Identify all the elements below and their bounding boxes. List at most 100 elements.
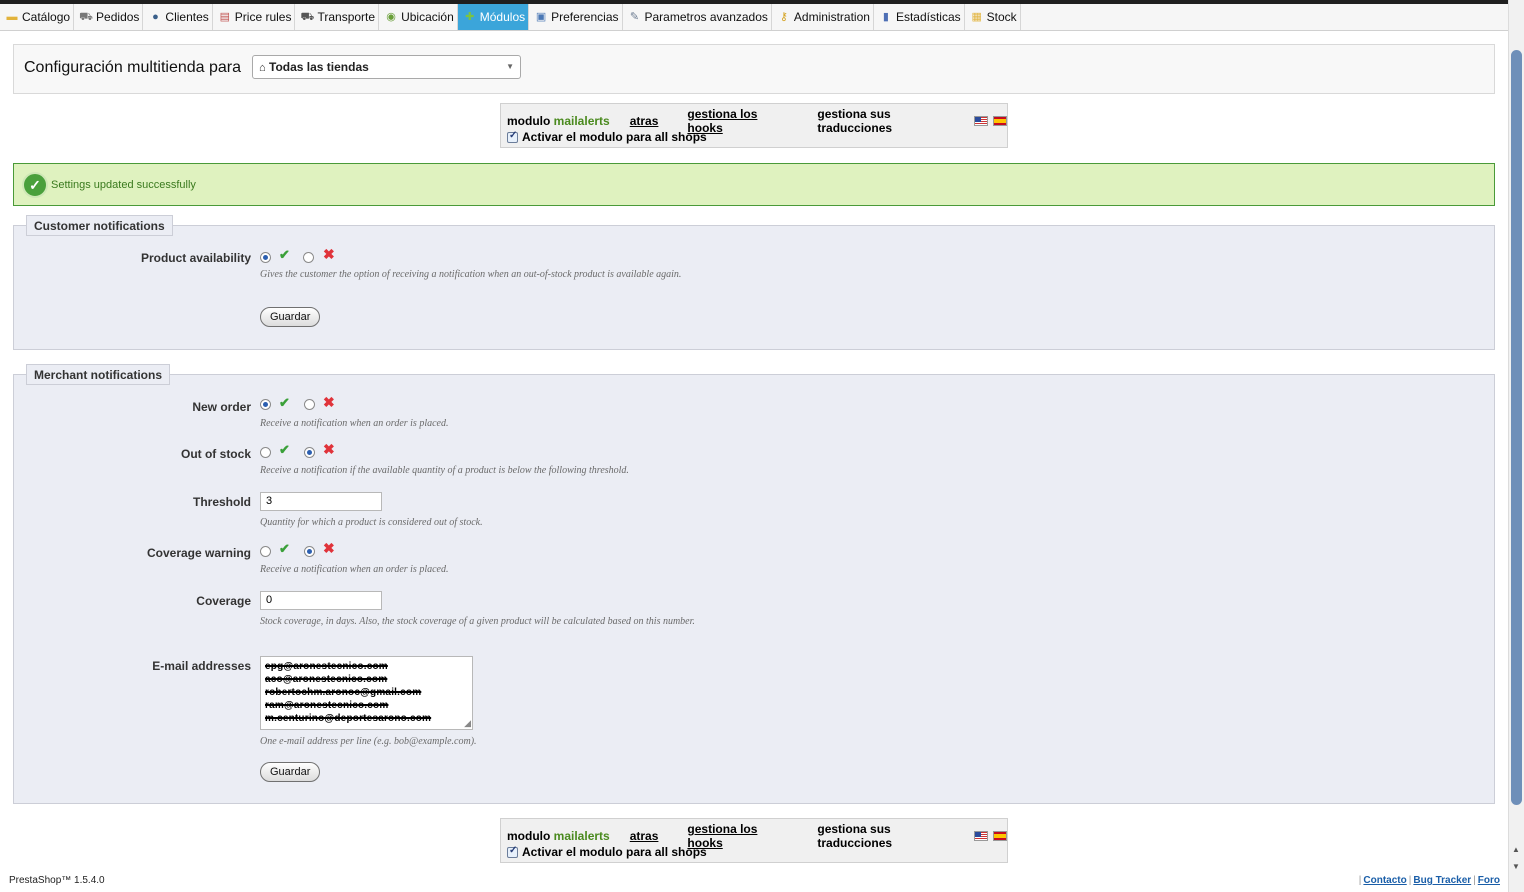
new-order-hint: Receive a notification when an order is … bbox=[260, 418, 449, 429]
footer-links: | Contacto | Bug Tracker | Foro bbox=[1358, 875, 1500, 886]
email-line: m.centurino@deportesarono.com bbox=[265, 713, 432, 724]
new-order-yes-radio[interactable] bbox=[260, 399, 271, 410]
yes-check-icon: ✔ bbox=[279, 442, 290, 457]
threshold-label: Threshold bbox=[192, 495, 251, 509]
puzzle-icon: ✚ bbox=[465, 10, 475, 23]
tab-administration[interactable]: ⚷ Administration bbox=[772, 4, 874, 30]
truck-icon: ⛟ bbox=[300, 10, 315, 23]
out-of-stock-yes-radio[interactable] bbox=[260, 447, 271, 458]
customer-notifications-fieldset: Customer notifications Product availabil… bbox=[13, 215, 1495, 350]
new-order-no-radio[interactable] bbox=[304, 399, 315, 410]
activate-all-shops-label: Activar el modulo para all shops bbox=[522, 130, 707, 144]
back-link[interactable]: atras bbox=[630, 829, 659, 843]
module-name: mailalerts bbox=[553, 829, 610, 843]
footer-link-forum[interactable]: Foro bbox=[1478, 875, 1500, 886]
customer-icon: ● bbox=[152, 10, 159, 23]
new-order-label: New order bbox=[192, 400, 251, 414]
key-icon: ⚷ bbox=[779, 10, 788, 23]
coverage-label: Coverage bbox=[196, 594, 251, 608]
tab-estadisticas[interactable]: ▮ Estadísticas bbox=[874, 4, 965, 30]
stats-icon: ▮ bbox=[882, 10, 889, 23]
coverage-input[interactable]: 0 bbox=[260, 591, 382, 610]
multistore-header: Configuración multitienda para ⌂ Todas l… bbox=[13, 44, 1495, 94]
coverage-warning-no-radio[interactable] bbox=[304, 546, 315, 557]
yes-check-icon: ✔ bbox=[279, 395, 290, 410]
yes-check-icon: ✔ bbox=[279, 247, 290, 262]
shop-select-value: Todas las tiendas bbox=[269, 60, 369, 74]
product-availability-yes-radio[interactable] bbox=[260, 252, 271, 263]
merchant-notifications-fieldset: Merchant notifications New order ✔ ✖ Rec… bbox=[13, 364, 1495, 804]
globe-icon: ◉ bbox=[386, 10, 396, 23]
stock-icon: ▦ bbox=[971, 10, 982, 23]
threshold-input[interactable]: 3 bbox=[260, 492, 382, 511]
coverage-warning-hint: Receive a notification when an order is … bbox=[260, 564, 449, 575]
no-cross-icon: ✖ bbox=[323, 540, 335, 556]
merchant-notifications-legend: Merchant notifications bbox=[26, 364, 171, 385]
module-name: mailalerts bbox=[553, 114, 610, 128]
translations-label: gestiona sus traducciones bbox=[817, 107, 893, 135]
customer-notifications-legend: Customer notifications bbox=[26, 215, 173, 236]
module-word: modulo bbox=[507, 114, 551, 128]
footer-version: PrestaShop™ 1.5.4.0 bbox=[9, 875, 105, 886]
out-of-stock-no-radio[interactable] bbox=[304, 447, 315, 458]
customer-save-button[interactable]: Guardar bbox=[260, 307, 321, 327]
success-alert: ✓ Settings updated successfully bbox=[13, 163, 1495, 206]
main-nav: ▬ Catálogo ⛟ Pedidos ● Clientes ▤ Price rule… bbox=[0, 4, 1508, 31]
resize-grip-icon[interactable]: ◢ bbox=[464, 718, 471, 729]
threshold-hint: Quantity for which a product is consider… bbox=[260, 517, 483, 528]
price-rules-icon: ▤ bbox=[219, 10, 230, 23]
activate-all-shops-checkbox[interactable] bbox=[507, 845, 518, 858]
folder-icon: ▬ bbox=[6, 10, 18, 23]
email-addresses-textarea[interactable]: epg@aronestecnico.com aco@aronestecnico.… bbox=[260, 656, 473, 730]
coverage-warning-yes-radio[interactable] bbox=[260, 546, 271, 557]
tab-transporte[interactable]: ⛟ Transporte bbox=[295, 4, 380, 30]
tab-clientes[interactable]: ● Clientes bbox=[143, 4, 213, 30]
out-of-stock-label: Out of stock bbox=[180, 447, 251, 461]
coverage-hint: Stock coverage, in days. Also, the stock… bbox=[260, 616, 695, 627]
flag-es-icon[interactable] bbox=[993, 116, 1007, 126]
scroll-down-icon[interactable]: ▼ bbox=[1512, 862, 1520, 871]
tab-catalogo[interactable]: ▬ Catálogo bbox=[0, 4, 75, 30]
flag-en-icon[interactable] bbox=[974, 831, 989, 841]
footer-link-bug-tracker[interactable]: Bug Tracker bbox=[1413, 875, 1471, 886]
product-availability-hint: Gives the customer the option of receivi… bbox=[260, 269, 682, 280]
no-cross-icon: ✖ bbox=[323, 246, 335, 262]
back-link[interactable]: atras bbox=[630, 114, 659, 128]
email-line: robertochm.aronoc@gmail.com bbox=[265, 687, 422, 698]
scroll-up-icon[interactable]: ▲ bbox=[1512, 845, 1520, 854]
email-addresses-hint: One e-mail address per line (e.g. bob@ex… bbox=[260, 736, 477, 747]
translations-label: gestiona sus traducciones bbox=[817, 822, 893, 850]
success-message: Settings updated successfully bbox=[51, 179, 196, 191]
yes-check-icon: ✔ bbox=[279, 541, 290, 556]
wrench-icon: ✎ bbox=[629, 10, 640, 23]
footer-link-contact[interactable]: Contacto bbox=[1363, 875, 1406, 886]
check-icon: ✓ bbox=[22, 172, 48, 198]
tab-ubicacion[interactable]: ◉ Ubicación bbox=[379, 4, 458, 30]
activate-all-shops-checkbox[interactable] bbox=[507, 130, 518, 143]
flag-en-icon[interactable] bbox=[974, 116, 989, 126]
tab-pedidos[interactable]: ⛟ Pedidos bbox=[74, 4, 144, 30]
flag-es-icon[interactable] bbox=[993, 831, 1007, 841]
tab-price-rules[interactable]: ▤ Price rules bbox=[213, 4, 296, 30]
email-line: ram@aronestecnico.com bbox=[265, 700, 389, 711]
cart-icon: ⛟ bbox=[79, 10, 93, 23]
scrollbar-thumb[interactable] bbox=[1511, 50, 1522, 805]
vertical-scrollbar[interactable]: ▲ ▼ bbox=[1508, 0, 1524, 892]
home-icon: ⌂ bbox=[259, 62, 266, 74]
product-availability-label: Product availability bbox=[140, 251, 251, 265]
tab-preferencias[interactable]: ▣ Preferencias bbox=[529, 4, 623, 30]
shop-select[interactable]: ⌂ Todas las tiendas ▼ bbox=[252, 55, 521, 79]
module-toolbar-bottom: modulo mailalerts atras gestiona los hoo… bbox=[500, 818, 1008, 863]
email-addresses-label: E-mail addresses bbox=[152, 659, 251, 673]
module-word: modulo bbox=[507, 829, 551, 843]
merchant-save-button[interactable]: Guardar bbox=[260, 762, 321, 782]
tab-parametros-avanzados[interactable]: ✎ Parametros avanzados bbox=[623, 4, 772, 30]
no-cross-icon: ✖ bbox=[323, 394, 335, 410]
tab-modulos[interactable]: ✚ Módulos bbox=[457, 4, 530, 30]
module-toolbar-top: modulo mailalerts atras gestiona los hoo… bbox=[500, 103, 1008, 148]
email-line: aco@aronestecnico.com bbox=[265, 674, 388, 685]
preferences-icon: ▣ bbox=[535, 10, 547, 23]
product-availability-no-radio[interactable] bbox=[303, 252, 314, 263]
coverage-warning-label: Coverage warning bbox=[146, 546, 251, 560]
tab-stock[interactable]: ▦ Stock bbox=[965, 4, 1021, 30]
